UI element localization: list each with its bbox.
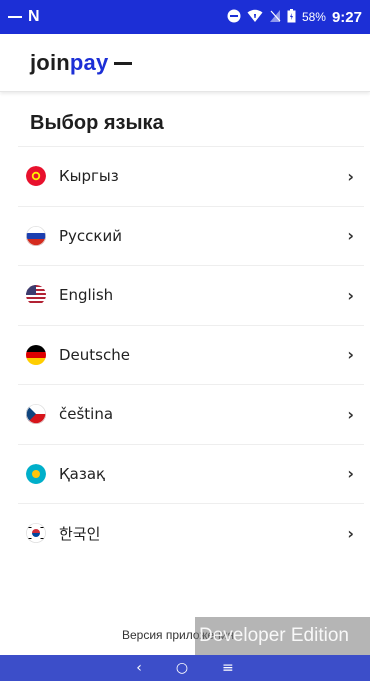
language-item-kyrgyz[interactable]: Кыргыз › <box>18 146 364 206</box>
language-item-german[interactable]: Deutsche › <box>18 324 364 385</box>
status-right: 58% 9:27 <box>227 8 362 26</box>
recents-button[interactable]: ≡ <box>222 661 234 675</box>
czech-flag-icon <box>26 404 46 425</box>
language-item-korean[interactable]: 한국인 › <box>18 503 364 563</box>
language-item-russian[interactable]: Русский › <box>18 205 364 266</box>
logo-dash-icon <box>114 62 133 66</box>
chevron-right-icon: › <box>347 285 354 305</box>
language-item-czech[interactable]: čeština › <box>18 384 364 444</box>
kyrgyzstan-flag-icon <box>26 166 46 187</box>
language-label: čeština <box>59 405 114 424</box>
app-header: joinpay <box>0 34 370 92</box>
logo-join-text: join <box>30 49 70 75</box>
battery-percent: 58% <box>301 10 326 24</box>
developer-edition-watermark: Developer Edition <box>195 617 370 655</box>
back-button[interactable]: ‹ <box>136 661 142 675</box>
chevron-right-icon: › <box>347 404 354 424</box>
joinpay-logo: joinpay <box>30 49 133 76</box>
language-label: Deutsche <box>59 345 130 364</box>
language-label: Русский <box>59 226 122 245</box>
chevron-right-icon: › <box>347 226 354 246</box>
status-bar: N 58% 9:27 <box>0 0 370 34</box>
chevron-right-icon: › <box>347 166 354 186</box>
page-title: Выбор языка <box>30 112 164 134</box>
kazakhstan-flag-icon <box>26 463 46 484</box>
notification-dash-icon <box>8 16 22 18</box>
language-item-english[interactable]: English › <box>18 265 364 325</box>
language-label: 한국인 <box>59 524 101 543</box>
language-label: Кыргыз <box>59 167 119 186</box>
do-not-disturb-icon <box>227 9 241 26</box>
korea-flag-icon <box>26 523 46 544</box>
status-left: N <box>8 8 40 26</box>
chevron-right-icon: › <box>347 523 354 543</box>
notification-n-icon: N <box>28 8 40 25</box>
language-item-kazakh[interactable]: Қазақ › <box>18 443 364 504</box>
germany-flag-icon <box>26 344 46 365</box>
language-label: English <box>59 286 114 305</box>
clock: 9:27 <box>331 8 362 26</box>
logo-pay-text: pay <box>69 49 109 75</box>
wifi-icon <box>247 9 263 26</box>
home-button[interactable]: ○ <box>176 661 188 675</box>
russia-flag-icon <box>26 225 46 246</box>
battery-icon <box>287 8 296 26</box>
usa-flag-icon <box>26 285 46 306</box>
chevron-right-icon: › <box>347 464 354 484</box>
navigation-bar: ‹ ○ ≡ <box>0 655 370 681</box>
language-list: Кыргыз › Русский › English › Deutsche › … <box>18 146 364 563</box>
chevron-right-icon: › <box>347 345 354 365</box>
language-label: Қазақ <box>59 464 106 483</box>
signal-icon <box>269 9 281 26</box>
